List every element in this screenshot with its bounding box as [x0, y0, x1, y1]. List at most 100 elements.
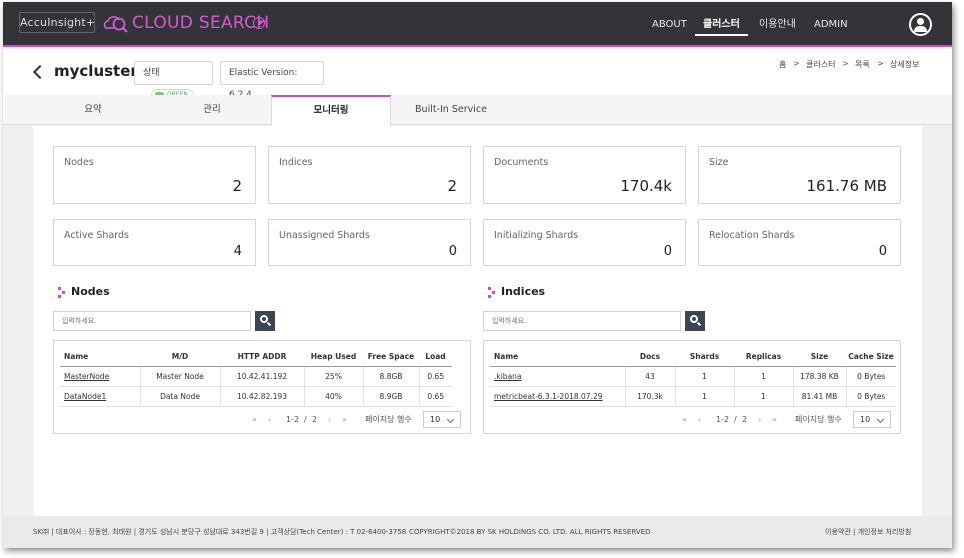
stat-card-active-shards: Active Shards 4	[53, 219, 256, 266]
brand-product-link[interactable]: AccuInsight+	[19, 12, 95, 33]
column-header[interactable]: Shards	[675, 347, 734, 367]
table-cell: 25%	[303, 366, 363, 387]
table-cell: 170.3k	[624, 386, 675, 407]
page-total: 2	[742, 415, 748, 424]
nodes-search-input[interactable]	[53, 311, 251, 331]
breadcrumb-list[interactable]: 목록	[855, 59, 870, 70]
column-header[interactable]: Name	[60, 347, 140, 367]
page-separator: /	[734, 415, 737, 424]
nodes-table: Name M/D HTTP ADDR Heap Used Free Space …	[60, 347, 452, 407]
table-cell: 0 Bytes	[845, 366, 896, 387]
column-header[interactable]: Docs	[625, 347, 675, 367]
stat-value: 4	[233, 244, 242, 259]
next-page-icon[interactable]: ›	[758, 411, 761, 429]
nodes-table-panel: Name M/D HTTP ADDR Heap Used Free Space …	[53, 340, 471, 434]
stat-label: Active Shards	[64, 230, 129, 241]
nav-admin[interactable]: ADMIN	[814, 2, 848, 47]
column-header[interactable]: HTTP ADDR	[220, 347, 304, 367]
column-header[interactable]: Heap Used	[304, 347, 363, 367]
indices-pagination: « ‹ 1-2 / 2 › » 페이지당 행수 10	[682, 411, 897, 429]
cluster-name: mycluster	[54, 62, 138, 80]
breadcrumb-cluster[interactable]: 클러스터	[806, 59, 835, 70]
stat-value: 0	[878, 244, 887, 259]
indices-search-button[interactable]	[685, 311, 705, 331]
app-window: AccuInsight+ CLOUD SEARCH ABOUT 클러스터 이용안…	[3, 2, 952, 548]
column-header[interactable]: Replicas	[734, 347, 793, 367]
footer-policy-links[interactable]: 이용약관 | 개인정보 처리방침	[825, 516, 911, 548]
table-cell: 81.41 MB	[792, 386, 846, 407]
last-page-icon[interactable]: »	[772, 411, 777, 429]
table-cell: 1	[733, 386, 793, 407]
nav-about[interactable]: ABOUT	[652, 2, 687, 47]
column-header[interactable]: Name	[490, 347, 625, 367]
indices-table: Name Docs Shards Replicas Size Cache Siz…	[490, 347, 896, 407]
nav-cluster[interactable]: 클러스터	[695, 2, 748, 47]
user-account-icon[interactable]	[909, 13, 932, 36]
tab-monitoring[interactable]: 모니터링	[271, 95, 391, 126]
breadcrumb-home[interactable]: 홈	[779, 59, 786, 70]
first-page-icon[interactable]: «	[252, 411, 257, 429]
table-cell: 43	[624, 366, 675, 387]
table-cell: 8.9GB	[362, 386, 419, 407]
page-range: 1-2	[716, 415, 730, 424]
stat-label: Documents	[494, 157, 549, 168]
back-arrow-icon[interactable]	[32, 64, 48, 80]
prev-page-icon[interactable]: ‹	[268, 411, 271, 429]
brand-title[interactable]: CLOUD SEARCH	[132, 12, 269, 34]
stat-label: Unassigned Shards	[279, 230, 370, 241]
rows-per-page-select[interactable]: 10	[853, 411, 891, 428]
cloud-search-logo-icon	[103, 16, 128, 33]
column-header[interactable]: Load	[419, 347, 452, 367]
table-cell: 0.65	[418, 386, 452, 407]
page-separator: /	[304, 415, 307, 424]
breadcrumb-detail: 상세정보	[890, 60, 920, 69]
first-page-icon[interactable]: «	[682, 411, 687, 429]
node-name-link[interactable]: DataNode1	[64, 392, 106, 401]
column-header[interactable]: M/D	[140, 347, 220, 367]
section-dots-icon	[488, 287, 497, 298]
nodes-search-button[interactable]	[255, 311, 275, 331]
column-header[interactable]: Size	[793, 347, 846, 367]
nodes-section-title: Nodes	[71, 285, 110, 298]
stat-label: Nodes	[64, 157, 94, 168]
footer-company-info: SK㈜ | 대표이사 : 장동현, 최태원 | 경기도 성남시 분당구 성남대로…	[33, 528, 407, 536]
footer-copyright: COPYRIGHT©2018 BY SK HOLDINGS CO. LTD. A…	[409, 528, 651, 536]
service-dropdown-icon[interactable]	[253, 17, 265, 29]
table-cell: 10.42.41.192	[219, 366, 304, 387]
stat-card-nodes: Nodes 2	[53, 146, 256, 204]
index-name-link[interactable]: .kibana	[494, 372, 522, 381]
rows-per-page-label: 페이지당 행수	[365, 415, 412, 424]
status-label: 상태	[143, 68, 160, 78]
indices-search-input[interactable]	[483, 311, 681, 331]
table-cell: 8.8GB	[362, 366, 419, 387]
page-range: 1-2	[286, 415, 300, 424]
node-name-link[interactable]: MasterNode	[64, 372, 109, 381]
column-header[interactable]: Free Space	[363, 347, 419, 367]
rows-per-page-label: 페이지당 행수	[795, 415, 842, 424]
stat-value: 0	[448, 244, 457, 259]
footer: SK㈜ | 대표이사 : 장동현, 최태원 | 경기도 성남시 분당구 성남대로…	[3, 516, 952, 548]
stat-label: Initializing Shards	[494, 230, 579, 241]
page-total: 2	[312, 415, 318, 424]
column-header[interactable]: Cache Size	[846, 347, 896, 367]
table-cell: 0 Bytes	[845, 386, 896, 407]
table-row: metricbeat-6.3.1-2018.07.29 170.3k 1 1 8…	[490, 386, 896, 407]
nav-guide[interactable]: 이용안내	[759, 2, 796, 47]
stat-card-indices: Indices 2	[268, 146, 471, 204]
rows-per-page-select[interactable]: 10	[423, 411, 461, 428]
table-cell: 1	[733, 366, 793, 387]
tab-summary[interactable]: 요약	[33, 95, 153, 125]
last-page-icon[interactable]: »	[342, 411, 347, 429]
table-cell: 40%	[303, 386, 363, 407]
table-row: .kibana 43 1 1 178.38 KB 0 Bytes	[490, 366, 896, 387]
top-navigation-bar: AccuInsight+ CLOUD SEARCH ABOUT 클러스터 이용안…	[3, 2, 952, 47]
stat-label: Relocation Shards	[709, 230, 795, 241]
prev-page-icon[interactable]: ‹	[698, 411, 701, 429]
stat-card-initializing-shards: Initializing Shards 0	[483, 219, 686, 266]
stat-card-unassigned-shards: Unassigned Shards 0	[268, 219, 471, 266]
stat-value: 2	[232, 177, 242, 195]
tab-manage[interactable]: 관리	[153, 95, 271, 125]
index-name-link[interactable]: metricbeat-6.3.1-2018.07.29	[494, 392, 603, 401]
next-page-icon[interactable]: ›	[328, 411, 331, 429]
tab-builtin-service[interactable]: Built-In Service	[391, 95, 511, 125]
